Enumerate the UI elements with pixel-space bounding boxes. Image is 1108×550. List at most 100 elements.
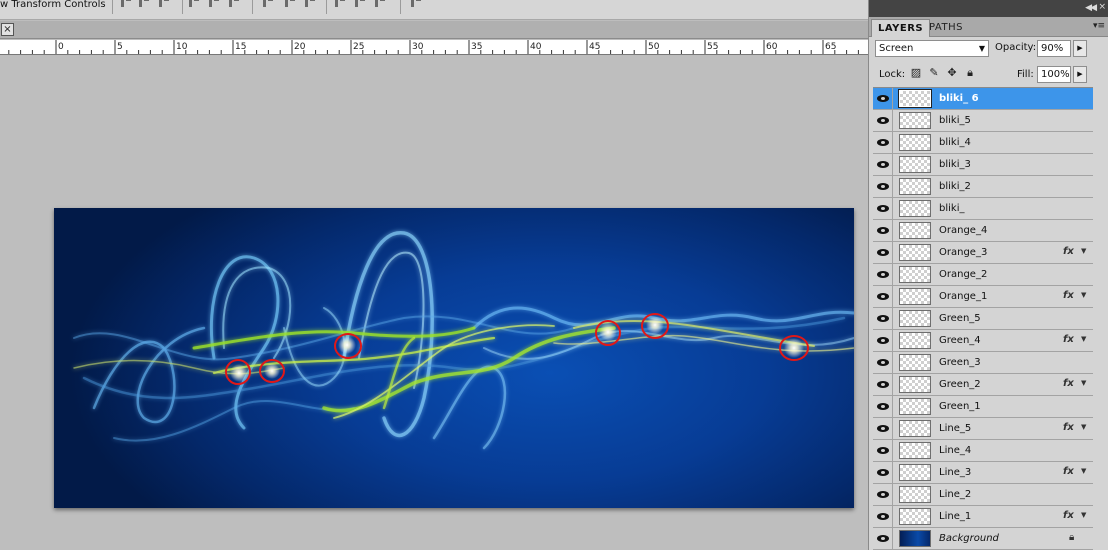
brush-icon[interactable]: ✎ bbox=[927, 66, 941, 80]
eye-icon[interactable] bbox=[873, 242, 893, 263]
double-chevron-icon[interactable]: ◀◀ bbox=[1085, 3, 1097, 13]
layer-row[interactable]: bliki_3 bbox=[873, 154, 1093, 176]
effects-expand-icon[interactable]: ▼ bbox=[1081, 291, 1086, 299]
align-button-3[interactable] bbox=[158, 0, 170, 8]
eye-icon[interactable] bbox=[873, 286, 893, 307]
eye-icon[interactable] bbox=[873, 484, 893, 505]
layer-row[interactable]: Green_1 bbox=[873, 396, 1093, 418]
fx-icon[interactable]: fx bbox=[1063, 422, 1074, 433]
layer-row[interactable]: Green_3 bbox=[873, 352, 1093, 374]
eye-icon[interactable] bbox=[873, 220, 893, 241]
align-button-10[interactable] bbox=[334, 0, 346, 8]
layer-row[interactable]: bliki_ bbox=[873, 198, 1093, 220]
tab-layers[interactable]: LAYERS bbox=[871, 19, 931, 37]
layer-row[interactable]: bliki_4 bbox=[873, 132, 1093, 154]
layer-thumbnail[interactable] bbox=[899, 178, 931, 195]
layer-thumbnail[interactable] bbox=[899, 508, 931, 525]
layer-thumbnail[interactable] bbox=[899, 288, 931, 305]
layer-row[interactable]: Green_2 fx ▼ bbox=[873, 374, 1093, 396]
eye-icon[interactable] bbox=[873, 176, 893, 197]
close-icon[interactable]: × bbox=[1098, 2, 1106, 12]
effects-expand-icon[interactable]: ▼ bbox=[1081, 247, 1086, 255]
canvas-area[interactable] bbox=[0, 56, 868, 550]
layer-thumbnail[interactable] bbox=[899, 354, 931, 371]
eye-icon[interactable] bbox=[873, 110, 893, 131]
opacity-slider-toggle-icon[interactable]: ▶ bbox=[1073, 40, 1087, 57]
layer-name[interactable]: Line_3 bbox=[939, 467, 971, 478]
align-button-8[interactable] bbox=[284, 0, 296, 8]
layer-name[interactable]: Background bbox=[939, 533, 999, 544]
artwork-canvas[interactable] bbox=[54, 208, 854, 508]
layer-row[interactable]: Line_1 fx ▼ bbox=[873, 506, 1093, 528]
align-button-9[interactable] bbox=[304, 0, 316, 8]
layer-name[interactable]: Green_4 bbox=[939, 335, 981, 346]
fx-icon[interactable]: fx bbox=[1063, 510, 1074, 521]
layer-row[interactable]: Orange_2 bbox=[873, 264, 1093, 286]
effects-expand-icon[interactable]: ▼ bbox=[1081, 423, 1086, 431]
layer-thumbnail[interactable] bbox=[899, 530, 931, 547]
blend-mode-select[interactable]: Screen ▼ bbox=[875, 40, 989, 57]
eye-icon[interactable] bbox=[873, 330, 893, 351]
lock-transparent-icon[interactable]: ▨ bbox=[909, 66, 923, 80]
layer-name[interactable]: bliki_5 bbox=[939, 115, 971, 126]
layer-thumbnail[interactable] bbox=[899, 442, 931, 459]
align-button-13[interactable] bbox=[410, 0, 422, 8]
layer-name[interactable]: Line_2 bbox=[939, 489, 971, 500]
layer-row[interactable]: bliki_ 6 bbox=[873, 88, 1093, 110]
align-button-6[interactable] bbox=[228, 0, 240, 8]
layer-name[interactable]: bliki_2 bbox=[939, 181, 971, 192]
eye-icon[interactable] bbox=[873, 506, 893, 527]
layer-thumbnail[interactable] bbox=[899, 156, 931, 173]
move-icon[interactable]: ✥ bbox=[945, 66, 959, 80]
horizontal-ruler[interactable]: 0 5 10 15 20 25 30 35 40 45 50 55 60 65 bbox=[0, 40, 868, 55]
opacity-input[interactable]: 90% bbox=[1037, 40, 1071, 57]
eye-icon[interactable] bbox=[873, 418, 893, 439]
layer-thumbnail[interactable] bbox=[899, 266, 931, 283]
effects-expand-icon[interactable]: ▼ bbox=[1081, 335, 1086, 343]
align-button-2[interactable] bbox=[138, 0, 150, 8]
align-button-12[interactable] bbox=[374, 0, 386, 8]
layer-name[interactable]: Line_4 bbox=[939, 445, 971, 456]
layer-name[interactable]: bliki_ 6 bbox=[939, 93, 979, 104]
fx-icon[interactable]: fx bbox=[1063, 466, 1074, 477]
close-document-icon[interactable]: × bbox=[1, 23, 14, 36]
layer-thumbnail[interactable] bbox=[899, 420, 931, 437]
eye-icon[interactable] bbox=[873, 352, 893, 373]
align-button-4[interactable] bbox=[188, 0, 200, 8]
layer-thumbnail[interactable] bbox=[899, 486, 931, 503]
layer-thumbnail[interactable] bbox=[899, 398, 931, 415]
layer-row[interactable]: Line_2 bbox=[873, 484, 1093, 506]
eye-icon[interactable] bbox=[873, 528, 893, 549]
align-button-5[interactable] bbox=[208, 0, 220, 8]
effects-expand-icon[interactable]: ▼ bbox=[1081, 467, 1086, 475]
fill-slider-toggle-icon[interactable]: ▶ bbox=[1073, 66, 1087, 83]
layer-row[interactable]: Orange_4 bbox=[873, 220, 1093, 242]
layer-name[interactable]: Green_5 bbox=[939, 313, 981, 324]
layer-name[interactable]: Orange_4 bbox=[939, 225, 987, 236]
fx-icon[interactable]: fx bbox=[1063, 334, 1074, 345]
layer-row[interactable]: Line_5 fx ▼ bbox=[873, 418, 1093, 440]
layer-row[interactable]: Green_5 bbox=[873, 308, 1093, 330]
tab-paths[interactable]: PATHS bbox=[923, 19, 969, 37]
layer-thumbnail[interactable] bbox=[899, 310, 931, 327]
eye-icon[interactable] bbox=[873, 462, 893, 483]
layer-thumbnail[interactable] bbox=[899, 464, 931, 481]
eye-icon[interactable] bbox=[873, 374, 893, 395]
layer-row[interactable]: Line_4 bbox=[873, 440, 1093, 462]
layer-name[interactable]: bliki_ bbox=[939, 203, 964, 214]
fill-input[interactable]: 100% bbox=[1037, 66, 1071, 83]
layer-row[interactable]: bliki_5 bbox=[873, 110, 1093, 132]
effects-expand-icon[interactable]: ▼ bbox=[1081, 511, 1086, 519]
layer-name[interactable]: Green_1 bbox=[939, 401, 981, 412]
align-button-11[interactable] bbox=[354, 0, 366, 8]
align-button-7[interactable] bbox=[262, 0, 274, 8]
layer-thumbnail[interactable] bbox=[899, 200, 931, 217]
layer-name[interactable]: bliki_3 bbox=[939, 159, 971, 170]
eye-icon[interactable] bbox=[873, 88, 893, 109]
eye-icon[interactable] bbox=[873, 396, 893, 417]
eye-icon[interactable] bbox=[873, 264, 893, 285]
effects-expand-icon[interactable]: ▼ bbox=[1081, 379, 1086, 387]
layer-row[interactable]: Line_3 fx ▼ bbox=[873, 462, 1093, 484]
layer-row[interactable]: Green_4 fx ▼ bbox=[873, 330, 1093, 352]
fx-icon[interactable]: fx bbox=[1063, 378, 1074, 389]
